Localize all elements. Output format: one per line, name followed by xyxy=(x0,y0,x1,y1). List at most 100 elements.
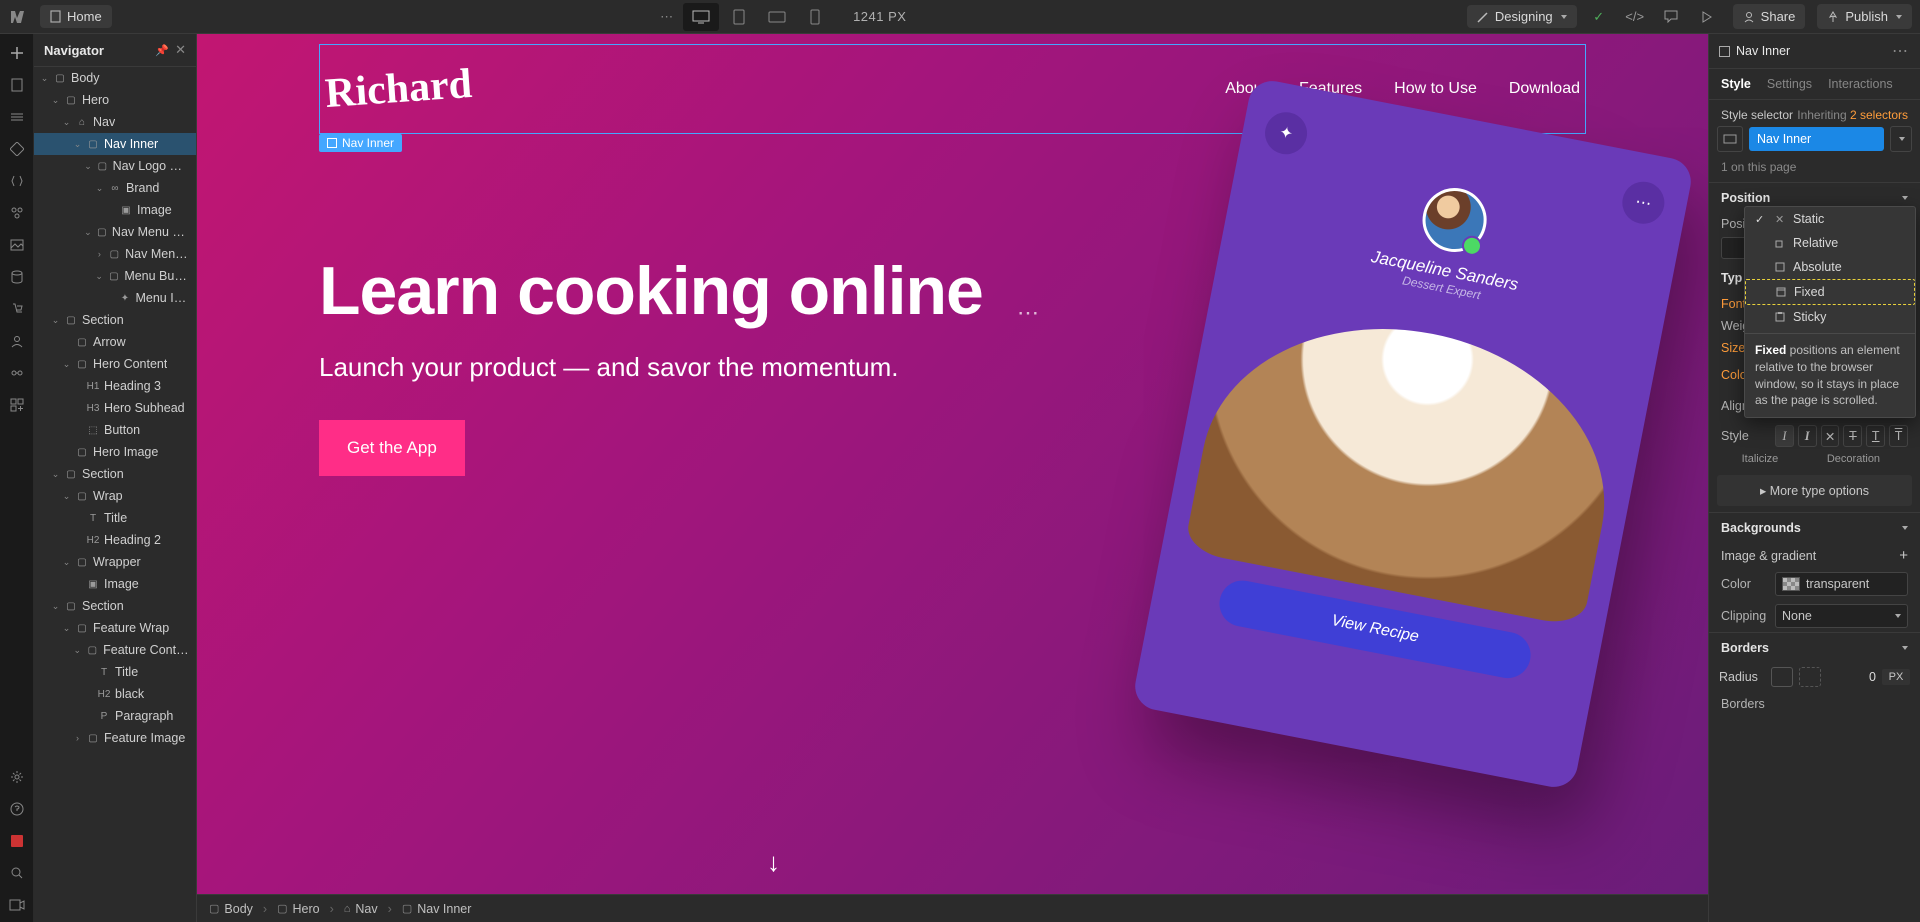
video-icon[interactable] xyxy=(8,896,26,914)
device-tablet[interactable] xyxy=(721,3,757,31)
settings-icon[interactable] xyxy=(8,768,26,786)
tree-node[interactable]: ›▢Feature Image xyxy=(34,727,196,749)
radius-uniform-icon[interactable] xyxy=(1771,667,1793,687)
section-typography[interactable]: Typ xyxy=(1721,271,1742,285)
breadcrumb[interactable]: ▢Body›▢Hero›⌂Nav›▢Nav Inner xyxy=(197,894,1708,922)
navigator-tree[interactable]: ⌄▢Body⌄▢Hero⌄⌂Nav⌄▢Nav Inner⌄▢Nav Logo W… xyxy=(34,67,196,922)
tree-node[interactable]: ⌄▢Nav Logo Wrap xyxy=(34,155,196,177)
users-icon[interactable] xyxy=(8,332,26,350)
tree-node[interactable]: ⌄▢Hero xyxy=(34,89,196,111)
tree-node[interactable]: PParagraph xyxy=(34,705,196,727)
tree-node[interactable]: ⌄▢Body xyxy=(34,67,196,89)
check-icon[interactable]: ✓ xyxy=(1585,3,1613,31)
position-option-sticky[interactable]: Sticky xyxy=(1745,305,1915,329)
inheriting-label[interactable]: Inheriting 2 selectors xyxy=(1797,108,1908,122)
cms-icon[interactable] xyxy=(8,268,26,286)
crumb-item[interactable]: ▢Nav Inner xyxy=(402,902,472,916)
tree-node[interactable]: H3Hero Subhead xyxy=(34,397,196,419)
tree-node[interactable]: ⌄▢Nav Inner xyxy=(34,133,196,155)
publish-button[interactable]: Publish xyxy=(1817,4,1912,29)
more-icon[interactable]: ⋯ xyxy=(660,9,675,25)
help-icon[interactable] xyxy=(8,800,26,818)
tree-node[interactable]: TTitle xyxy=(34,507,196,529)
add-icon[interactable] xyxy=(8,44,26,62)
close-icon[interactable]: ✕ xyxy=(175,42,186,58)
styles-icon[interactable] xyxy=(8,204,26,222)
state-dropdown[interactable] xyxy=(1890,126,1912,152)
tree-node[interactable]: H2black xyxy=(34,683,196,705)
share-button[interactable]: Share xyxy=(1733,4,1806,29)
style-italic[interactable]: I xyxy=(1798,425,1817,447)
tree-node[interactable]: ⌄▢Feature Wrap xyxy=(34,617,196,639)
radius-value[interactable]: 0 xyxy=(1834,670,1876,684)
tree-node[interactable]: ▣Image xyxy=(34,199,196,221)
tree-node[interactable]: ⌄▢Section xyxy=(34,309,196,331)
tree-node[interactable]: H1Heading 3 xyxy=(34,375,196,397)
element-menu-icon[interactable]: ⋯ xyxy=(1892,41,1910,61)
tree-node[interactable]: ▢Hero Image xyxy=(34,441,196,463)
position-option-absolute[interactable]: Absolute xyxy=(1745,255,1915,279)
variables-icon[interactable] xyxy=(8,172,26,190)
deco-overline[interactable]: T xyxy=(1889,425,1908,447)
tab-style[interactable]: Style xyxy=(1721,77,1751,91)
code-icon[interactable]: </> xyxy=(1621,3,1649,31)
position-option-static[interactable]: ✓✕Static xyxy=(1745,207,1915,231)
device-mobile[interactable] xyxy=(797,3,833,31)
pages-icon[interactable] xyxy=(8,76,26,94)
tree-node[interactable]: ⌄▢Section xyxy=(34,595,196,617)
tree-node[interactable]: ⌄▢Wrap xyxy=(34,485,196,507)
tab-settings[interactable]: Settings xyxy=(1767,77,1812,91)
section-borders[interactable]: Borders xyxy=(1721,641,1769,655)
ecommerce-icon[interactable] xyxy=(8,300,26,318)
tree-node[interactable]: ▢Arrow xyxy=(34,331,196,353)
tree-node[interactable]: ⌄▢Nav Menu Wrap xyxy=(34,221,196,243)
deco-strike[interactable]: T xyxy=(1843,425,1862,447)
add-bg-icon[interactable]: + xyxy=(1899,547,1908,564)
class-chip[interactable]: Nav Inner xyxy=(1749,127,1884,151)
radius-corners-icon[interactable] xyxy=(1799,667,1821,687)
tab-interactions[interactable]: Interactions xyxy=(1828,77,1893,91)
section-position[interactable]: Position xyxy=(1721,191,1770,205)
layers-icon[interactable] xyxy=(8,108,26,126)
canvas[interactable]: Nav Inner Richard AboutFeaturesHow to Us… xyxy=(197,34,1708,922)
deco-none[interactable]: ✕ xyxy=(1821,425,1840,447)
comment-icon[interactable] xyxy=(1657,3,1685,31)
tree-node[interactable]: ▣Image xyxy=(34,573,196,595)
tree-node[interactable]: ⌄▢Menu Button xyxy=(34,265,196,287)
more-type-options[interactable]: ▸ More type options xyxy=(1717,475,1912,506)
record-icon[interactable] xyxy=(8,832,26,850)
deco-underline[interactable]: T xyxy=(1866,425,1885,447)
tree-node[interactable]: ⌄▢Wrapper xyxy=(34,551,196,573)
device-tablet-landscape[interactable] xyxy=(759,3,795,31)
components-icon[interactable] xyxy=(8,140,26,158)
bg-color-value[interactable]: transparent xyxy=(1775,572,1908,596)
clipping-value[interactable]: None xyxy=(1775,604,1908,628)
tree-node[interactable]: ⌄▢Section xyxy=(34,463,196,485)
tree-node[interactable]: ✦Menu Icon xyxy=(34,287,196,309)
tree-node[interactable]: ⬚Button xyxy=(34,419,196,441)
style-normal[interactable]: I xyxy=(1775,425,1794,447)
assets-icon[interactable] xyxy=(8,236,26,254)
search-icon[interactable] xyxy=(8,864,26,882)
logic-icon[interactable] xyxy=(8,364,26,382)
section-backgrounds[interactable]: Backgrounds xyxy=(1721,521,1801,535)
radius-unit[interactable]: PX xyxy=(1882,669,1910,685)
mode-toggle[interactable]: Designing xyxy=(1467,5,1577,28)
tree-node[interactable]: H2Heading 2 xyxy=(34,529,196,551)
tree-node[interactable]: ⌄▢Feature Content xyxy=(34,639,196,661)
crumb-item[interactable]: ▢Body xyxy=(209,902,253,916)
apps-icon[interactable] xyxy=(8,396,26,414)
webflow-logo[interactable] xyxy=(8,5,32,29)
crumb-item[interactable]: ⌂Nav xyxy=(344,902,378,916)
position-option-relative[interactable]: Relative xyxy=(1745,231,1915,255)
pin-icon[interactable]: 📌 xyxy=(155,44,169,57)
play-icon[interactable] xyxy=(1693,3,1721,31)
tree-node[interactable]: ⌄⌂Nav xyxy=(34,111,196,133)
crumb-item[interactable]: ▢Hero xyxy=(277,902,320,916)
selector-type-icon[interactable] xyxy=(1717,126,1743,152)
tree-node[interactable]: ⌄∞Brand xyxy=(34,177,196,199)
page-selector[interactable]: Home xyxy=(40,5,112,28)
position-option-fixed[interactable]: Fixed xyxy=(1745,279,1915,305)
tree-node[interactable]: ⌄▢Hero Content xyxy=(34,353,196,375)
tree-node[interactable]: TTitle xyxy=(34,661,196,683)
